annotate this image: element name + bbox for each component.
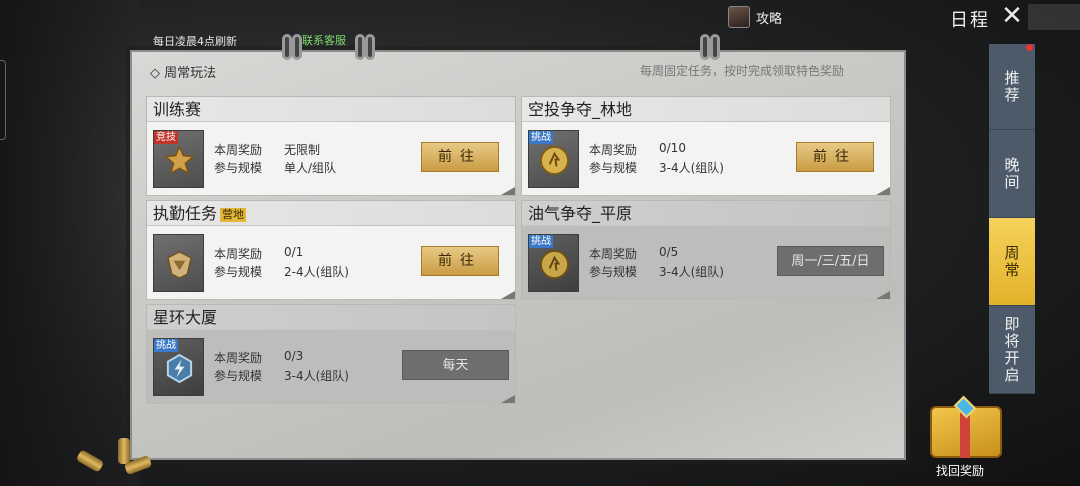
- card-corner: [501, 187, 515, 195]
- binder-ring-icon: [710, 34, 720, 60]
- activity-card-airdrop-forest: 空投争夺_林地 挑战 本周奖励 0/10 参与规模 3-4人(组队) 前往: [521, 96, 891, 196]
- guide-label: 攻略: [756, 11, 783, 27]
- go-button[interactable]: 前往: [421, 142, 499, 172]
- camp-tag: 营地: [220, 207, 247, 222]
- binder-ring-icon: [292, 34, 302, 60]
- reward-label: 本周奖励: [589, 143, 638, 157]
- star-badge-icon: [164, 145, 195, 175]
- bullet-shell-icon: [118, 438, 130, 464]
- tab-recommend[interactable]: 推荐: [989, 44, 1035, 130]
- close-icon[interactable]: ✕: [1000, 3, 1024, 29]
- reward-value: 0/5: [659, 245, 679, 259]
- reward-value: 0/10: [659, 141, 686, 155]
- activity-icon: 挑战: [528, 130, 579, 188]
- size-value: 3-4人(组队): [284, 369, 349, 383]
- size-label: 参与规模: [214, 161, 263, 175]
- size-value: 单人/组队: [284, 161, 337, 175]
- card-title: 空投争夺_林地: [522, 97, 890, 122]
- page-title: 日程: [950, 10, 990, 31]
- topbar-strip: [1028, 4, 1080, 30]
- reward-label: 本周奖励: [214, 143, 263, 157]
- size-value: 2-4人(组队): [284, 265, 349, 279]
- size-value: 3-4人(组队): [659, 265, 724, 279]
- activity-card-oil-plain: 油气争夺_平原 挑战 本周奖励 0/5 参与规模 3-4人(组队) 周一/三/五…: [521, 200, 891, 300]
- schedule-days-button: 每天: [402, 350, 509, 380]
- go-button[interactable]: 前往: [796, 142, 874, 172]
- reward-value: 0/3: [284, 349, 304, 363]
- guide-button[interactable]: 攻略: [728, 6, 782, 28]
- activity-icon: 竞技: [153, 130, 204, 188]
- binder-ring-icon: [365, 34, 375, 60]
- reward-label: 本周奖励: [214, 351, 263, 365]
- reward-value: 0/1: [284, 245, 304, 259]
- activity-icon: [153, 234, 204, 292]
- size-label: 参与规模: [214, 369, 263, 383]
- section-title: ◇ 周常玩法: [150, 66, 217, 81]
- side-handle[interactable]: [0, 60, 6, 140]
- binder-ring-icon: [355, 34, 365, 60]
- card-title: 油气争夺_平原: [522, 201, 890, 226]
- schedule-days-button: 周一/三/五/日: [777, 246, 884, 276]
- go-button[interactable]: 前往: [421, 246, 499, 276]
- activity-icon: 挑战: [153, 338, 204, 396]
- section-note: 每周固定任务，按时完成领取特色奖励: [640, 64, 845, 78]
- activity-icon: 挑战: [528, 234, 579, 292]
- card-title: 星环大厦: [147, 305, 515, 330]
- notification-dot: [1026, 44, 1033, 51]
- refresh-note: 每日凌晨4点刷新: [153, 35, 237, 48]
- contact-support-link[interactable]: 联系客服: [302, 32, 346, 48]
- reward-label: 本周奖励: [589, 247, 638, 261]
- recover-rewards-button[interactable]: 找回奖励: [922, 395, 1014, 480]
- activity-card-star-ring: 星环大厦 挑战 本周奖励 0/3 参与规模 3-4人(组队) 每天: [146, 304, 516, 404]
- size-label: 参与规模: [589, 265, 638, 279]
- mode-badge: 挑战: [154, 339, 178, 352]
- size-label: 参与规模: [214, 265, 263, 279]
- tab-weekly[interactable]: 周常: [989, 218, 1035, 306]
- shield-badge-icon: [167, 251, 192, 279]
- activity-card-duty: 执勤任务 营地 本周奖励 0/1 参与规模 2-4人(组队) 前往: [146, 200, 516, 300]
- reward-value: 无限制: [284, 143, 321, 157]
- card-title: 训练赛: [147, 97, 515, 122]
- card-corner: [501, 291, 515, 299]
- mode-badge: 挑战: [529, 131, 553, 144]
- background-shadow: [0, 0, 140, 486]
- card-corner: [876, 291, 890, 299]
- card-title: 执勤任务 营地: [147, 201, 515, 226]
- gold-coin-icon: [539, 145, 570, 176]
- tab-upcoming[interactable]: 即将开启: [989, 306, 1035, 394]
- binder-ring-icon: [700, 34, 710, 60]
- card-corner: [501, 395, 515, 403]
- lightning-hex-icon: [166, 353, 193, 384]
- reward-label: 本周奖励: [214, 247, 263, 261]
- size-label: 参与规模: [589, 161, 638, 175]
- card-corner: [876, 187, 890, 195]
- mode-badge: 竞技: [154, 131, 178, 144]
- binder-ring-icon: [282, 34, 292, 60]
- tab-evening[interactable]: 晚间: [989, 130, 1035, 218]
- size-value: 3-4人(组队): [659, 161, 724, 175]
- activity-card-training: 训练赛 竞技 本周奖励 无限制 参与规模 单人/组队 前往: [146, 96, 516, 196]
- gold-coin-icon: [539, 249, 570, 280]
- avatar: [728, 6, 750, 28]
- recover-rewards-label: 找回奖励: [936, 464, 985, 478]
- mode-badge: 挑战: [529, 235, 553, 248]
